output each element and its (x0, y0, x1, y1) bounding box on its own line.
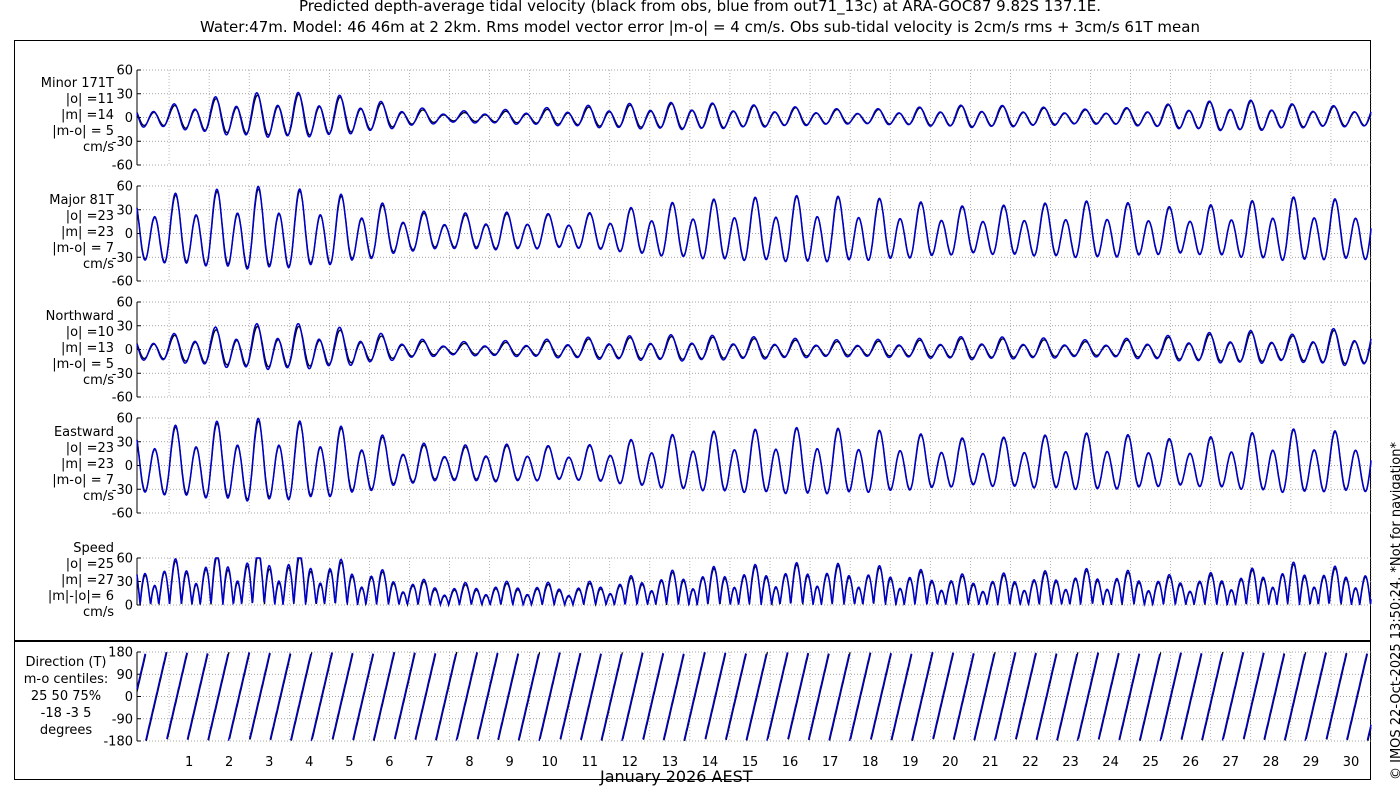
x-tick-label: 22 (1022, 755, 1039, 770)
y-tick-label: -30 (112, 251, 133, 266)
x-tick-label: 19 (902, 755, 919, 770)
y-tick-label: 60 (116, 552, 133, 567)
plot-area: 1 2 3 4 5 6 7 8 9 10 11 12 13 14 15 16 17 18 19 20 21 22 23 24 2… (103, 64, 1372, 770)
x-tick-label: 11 (581, 755, 598, 770)
x-tick-label: 5 (345, 755, 353, 770)
y-tick-label: 30 (116, 319, 133, 334)
x-tick-label: 21 (982, 755, 999, 770)
y-tick-label: 0 (125, 343, 133, 358)
x-tick-label: 6 (385, 755, 393, 770)
model-series-line-minor (136, 91, 1372, 138)
model-series-line-major (136, 185, 1372, 270)
x-tick-label: 24 (1102, 755, 1119, 770)
x-tick-label: 3 (265, 755, 273, 770)
y-tick-label: -30 (112, 135, 133, 150)
x-tick-label: 26 (1182, 755, 1199, 770)
x-tick-label: 4 (305, 755, 313, 770)
model-series-line-speed (136, 557, 1372, 608)
y-tick-label: -60 (112, 275, 133, 290)
x-tick-label: 17 (822, 755, 839, 770)
x-tick-label: 7 (425, 755, 433, 770)
y-tick-label: -30 (112, 367, 133, 382)
y-tick-label: 30 (116, 575, 133, 590)
x-tick-label: 23 (1062, 755, 1079, 770)
x-tick-label: 16 (782, 755, 799, 770)
y-tick-label: 30 (116, 203, 133, 218)
y-tick-label: -30 (112, 483, 133, 498)
model-series-line-north (136, 322, 1372, 371)
y-tick-label: 180 (108, 646, 133, 661)
x-tick-label: 9 (505, 755, 513, 770)
y-tick-label: 0 (125, 111, 133, 126)
x-tick-label: 27 (1222, 755, 1239, 770)
y-tick-label: 60 (116, 180, 133, 195)
x-axis-label: January 2026 AEST (600, 767, 753, 786)
y-tick-label: -180 (103, 735, 133, 750)
y-tick-label: -60 (112, 507, 133, 522)
x-tick-label: 10 (541, 755, 558, 770)
y-tick-label: 0 (125, 459, 133, 474)
y-tick-label: 0 (125, 690, 133, 705)
y-tick-label: -90 (112, 712, 133, 727)
x-tick-label: 18 (862, 755, 879, 770)
y-tick-label: 60 (116, 412, 133, 427)
y-tick-label: -60 (112, 391, 133, 406)
x-tick-label: 25 (1142, 755, 1159, 770)
x-tick-label: 8 (465, 755, 473, 770)
x-tick-label: 1 (185, 755, 193, 770)
x-tick-label: 29 (1303, 755, 1320, 770)
x-tick-label: 2 (225, 755, 233, 770)
credit-text: © IMOS 22-Oct-2025 13:50:24. *Not for na… (1389, 442, 1400, 780)
x-tick-label: 28 (1263, 755, 1280, 770)
y-tick-label: 30 (116, 87, 133, 102)
y-tick-label: 0 (125, 227, 133, 242)
model-series-line-east (136, 417, 1372, 502)
x-tick-label: 20 (942, 755, 959, 770)
y-tick-label: 90 (116, 668, 133, 683)
y-tick-label: 60 (116, 64, 133, 79)
y-tick-label: -60 (112, 159, 133, 174)
x-tick-label: 30 (1343, 755, 1360, 770)
y-tick-label: 60 (116, 296, 133, 311)
model-series-line-direction (136, 651, 1372, 742)
y-tick-label: 0 (125, 599, 133, 614)
y-tick-label: 30 (116, 435, 133, 450)
